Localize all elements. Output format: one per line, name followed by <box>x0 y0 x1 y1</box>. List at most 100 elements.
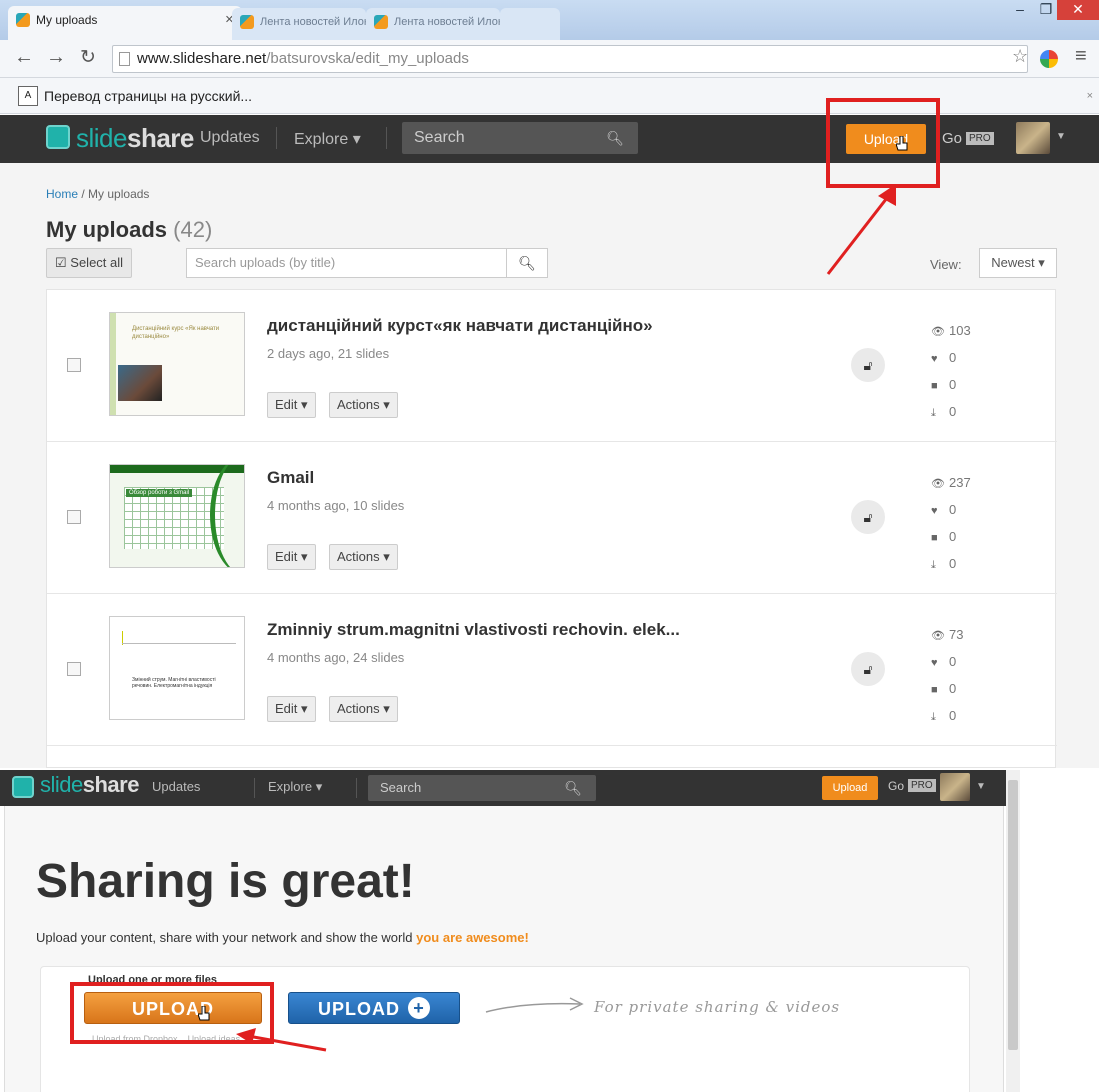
list-item: Дистанційний курс «Як навчати дистанційн… <box>47 290 1057 442</box>
actions-button[interactable]: Actions ▾ <box>329 544 398 570</box>
edit-button[interactable]: Edit ▾ <box>267 544 316 570</box>
search-icon[interactable]: 🔍︎ <box>606 122 624 154</box>
hand-cursor-icon <box>198 1006 210 1021</box>
tab-news-feed-2[interactable]: Лента новостей Илона Е ✕ <box>366 8 500 40</box>
hero-title: Sharing is great! <box>36 855 415 908</box>
edit-button[interactable]: Edit ▾ <box>267 696 316 722</box>
nav-explore[interactable]: Explore ▾ <box>268 779 322 795</box>
header-search-input[interactable]: Search 🔍︎ <box>368 775 596 801</box>
edit-button[interactable]: Edit ▾ <box>267 392 316 418</box>
go-pro-link[interactable]: Go PRO <box>888 779 936 793</box>
page-icon <box>119 52 130 66</box>
slide-thumbnail[interactable]: Дистанційний курс «Як навчати дистанційн… <box>109 312 245 416</box>
row-checkbox[interactable] <box>67 358 81 372</box>
slideshare-favicon-icon <box>240 15 254 29</box>
header-search-input[interactable]: Search 🔍︎ <box>402 122 638 154</box>
avatar[interactable] <box>940 773 970 801</box>
row-checkbox[interactable] <box>67 662 81 676</box>
avatar[interactable] <box>1016 122 1050 154</box>
upload-button[interactable]: Upload <box>822 776 878 800</box>
list-item: Змінний струм. Магнітні властивості речо… <box>47 594 1057 746</box>
extension-icon[interactable] <box>1040 50 1058 68</box>
thumb-decoration <box>122 643 236 644</box>
nav-divider <box>356 778 357 798</box>
search-icon[interactable]: 🔍︎ <box>506 248 548 278</box>
annotation-arrow <box>236 1028 327 1052</box>
lock-icon[interactable]: 🔓︎ <box>851 652 885 686</box>
lock-icon[interactable]: 🔓︎ <box>851 500 885 534</box>
stats: 👁︎ 103 ♥ 0 ■ 0 ⤓ 0 <box>931 318 971 426</box>
back-arrow-icon[interactable]: ← <box>14 46 34 69</box>
close-window-icon[interactable]: ✕ <box>1057 0 1099 20</box>
chevron-down-icon[interactable]: ▼ <box>1056 131 1066 142</box>
slide-thumbnail[interactable]: Змінний струм. Магнітні властивості речо… <box>109 616 245 720</box>
comment-icon: ■ <box>931 684 938 696</box>
select-all-button[interactable]: ☑ Select all <box>46 248 133 278</box>
uploads-search-input[interactable]: Search uploads (by title) <box>186 248 508 278</box>
upload-private-button[interactable]: UPLOAD + <box>288 992 460 1024</box>
download-icon: ⤓ <box>931 407 936 419</box>
row-checkbox[interactable] <box>67 510 81 524</box>
plus-icon: + <box>408 997 430 1019</box>
nav-updates[interactable]: Updates <box>200 129 260 147</box>
tab-news-feed-1[interactable]: Лента новостей Илона Е ✕ <box>232 8 366 40</box>
upload-meta: 4 months ago, 10 slides <box>267 498 405 513</box>
heart-icon: ♥ <box>931 353 938 365</box>
lock-icon[interactable]: 🔓︎ <box>851 348 885 382</box>
nav-updates[interactable]: Updates <box>152 779 200 794</box>
sort-select[interactable]: Newest ▾ <box>979 248 1057 278</box>
reload-icon[interactable]: ↻ <box>80 46 96 69</box>
search-icon[interactable]: 🔍︎ <box>564 775 582 801</box>
bookmark-star-icon[interactable]: ☆ <box>1012 46 1028 67</box>
forward-arrow-icon[interactable]: → <box>46 46 66 69</box>
minimize-icon[interactable]: – <box>1006 0 1034 20</box>
translate-icon: A <box>18 86 38 106</box>
stats: 👁︎ 237 ♥ 0 ■ 0 ⤓ 0 <box>931 470 971 578</box>
translate-close-icon[interactable]: × <box>1087 78 1093 114</box>
actions-button[interactable]: Actions ▾ <box>329 696 398 722</box>
stats: 👁︎ 73 ♥ 0 ■ 0 ⤓ 0 <box>931 622 963 730</box>
eye-icon: 👁︎ <box>931 326 945 338</box>
maximize-icon[interactable]: ❐ <box>1032 0 1060 20</box>
annotation-highlight-box <box>826 98 940 188</box>
chevron-down-icon[interactable]: ▼ <box>976 781 986 792</box>
upload-title[interactable]: Zminniy strum.magnitni vlastivosti recho… <box>267 620 680 640</box>
upload-meta: 2 days ago, 21 slides <box>267 346 390 361</box>
slideshare-favicon-icon <box>16 13 30 27</box>
download-icon: ⤓ <box>931 711 936 723</box>
slide-thumbnail[interactable]: Обзор роботи з Gmail <box>109 464 245 568</box>
tab-my-uploads[interactable]: My uploads ✕ <box>8 6 242 40</box>
heart-icon: ♥ <box>931 657 938 669</box>
heart-icon: ♥ <box>931 505 938 517</box>
hero-subtitle: Upload your content, share with your net… <box>36 930 529 945</box>
slideshare-header: slideshare Updates Explore ▾ Search 🔍︎ U… <box>0 770 1010 806</box>
upload-title[interactable]: дистанційний курст«як навчати дистанційн… <box>267 316 653 336</box>
uploads-list: Дистанційний курс «Як навчати дистанційн… <box>46 289 1057 768</box>
slideshare-logo[interactable]: slideshare <box>76 123 194 154</box>
url-input[interactable]: www.slideshare.net/batsurovska/edit_my_u… <box>112 45 1028 73</box>
thumb-decoration <box>110 313 116 415</box>
private-sharing-note: For private sharing & videos <box>594 998 841 1016</box>
go-pro-link[interactable]: Go PRO <box>942 130 994 147</box>
browser-tab-strip: My uploads ✕ Лента новостей Илона Е ✕ Ле… <box>0 0 1099 40</box>
new-tab-button[interactable] <box>500 8 560 40</box>
scribble-arrow-icon <box>485 997 584 1013</box>
hand-cursor-icon <box>896 136 908 151</box>
thumb-decoration <box>210 465 244 567</box>
slideshare-favicon-icon <box>374 15 388 29</box>
upload-title[interactable]: Gmail <box>267 468 314 488</box>
eye-icon: 👁︎ <box>931 630 945 642</box>
comment-icon: ■ <box>931 532 938 544</box>
slideshare-logo-icon <box>12 776 34 798</box>
menu-icon[interactable]: ≡ <box>1075 45 1087 68</box>
view-label: View: <box>930 257 962 272</box>
slideshare-logo[interactable]: slideshare <box>40 772 139 798</box>
nav-explore[interactable]: Explore ▾ <box>294 129 361 149</box>
nav-divider <box>276 127 277 149</box>
breadcrumb-home[interactable]: Home <box>46 187 78 201</box>
address-bar-row: ← → ↻ www.slideshare.net/batsurovska/edi… <box>0 40 1099 78</box>
scrollbar-thumb[interactable] <box>1008 780 1018 1050</box>
slideshare-logo-icon <box>46 125 70 149</box>
nav-divider <box>386 127 387 149</box>
actions-button[interactable]: Actions ▾ <box>329 392 398 418</box>
